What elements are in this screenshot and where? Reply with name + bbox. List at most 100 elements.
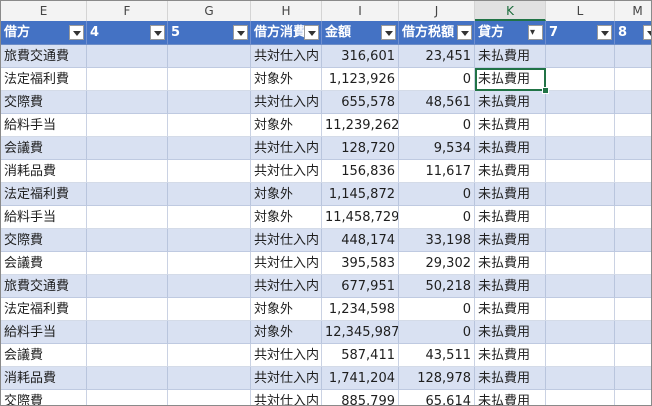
table-cell[interactable] [168, 183, 251, 206]
table-cell[interactable]: 65,614 [399, 390, 475, 405]
table-cell[interactable]: 共対仕入内 [251, 229, 322, 252]
table-header-cell[interactable]: 7 [546, 21, 615, 45]
active-cell[interactable]: 未払費用 [475, 68, 546, 91]
table-cell[interactable]: 未払費用 [475, 252, 546, 275]
table-cell[interactable]: 0 [399, 298, 475, 321]
table-cell[interactable]: 交際費 [1, 91, 87, 114]
table-cell[interactable]: 48,561 [399, 91, 475, 114]
table-cell[interactable]: 消耗品費 [1, 160, 87, 183]
table-cell[interactable] [615, 367, 651, 390]
table-cell[interactable]: 共対仕入内 [251, 137, 322, 160]
table-cell[interactable]: 未払費用 [475, 160, 546, 183]
table-cell[interactable]: 共対仕入内 [251, 275, 322, 298]
table-cell[interactable] [546, 160, 615, 183]
filter-dropdown-icon[interactable] [69, 25, 84, 40]
table-cell[interactable] [546, 321, 615, 344]
table-cell[interactable] [546, 367, 615, 390]
table-cell[interactable]: 未払費用 [475, 367, 546, 390]
column-header-i[interactable]: I [322, 1, 399, 21]
column-header-f[interactable]: F [87, 1, 168, 21]
table-cell[interactable] [615, 390, 651, 405]
table-cell[interactable]: 未払費用 [475, 275, 546, 298]
table-cell[interactable] [87, 45, 168, 68]
table-cell[interactable]: 1,741,204 [322, 367, 399, 390]
table-cell[interactable] [546, 91, 615, 114]
table-cell[interactable] [615, 321, 651, 344]
table-cell[interactable]: 対象外 [251, 68, 322, 91]
table-cell[interactable] [615, 229, 651, 252]
table-cell[interactable]: 未払費用 [475, 114, 546, 137]
filter-applied-icon[interactable]: ▾ [528, 25, 543, 40]
table-cell[interactable] [546, 252, 615, 275]
table-cell[interactable]: 対象外 [251, 298, 322, 321]
table-cell[interactable]: 会議費 [1, 252, 87, 275]
table-cell[interactable]: 未払費用 [475, 206, 546, 229]
table-cell[interactable] [168, 114, 251, 137]
table-cell[interactable] [546, 183, 615, 206]
table-cell[interactable]: 128,978 [399, 367, 475, 390]
table-cell[interactable] [546, 298, 615, 321]
table-cell[interactable]: 共対仕入内 [251, 160, 322, 183]
table-cell[interactable] [87, 344, 168, 367]
table-cell[interactable]: 未払費用 [475, 298, 546, 321]
table-cell[interactable]: 12,345,987 [322, 321, 399, 344]
table-cell[interactable] [87, 68, 168, 91]
table-cell[interactable]: 156,836 [322, 160, 399, 183]
table-cell[interactable] [168, 252, 251, 275]
table-cell[interactable]: 885,799 [322, 390, 399, 405]
table-cell[interactable]: 交際費 [1, 229, 87, 252]
table-header-cell[interactable]: 借方 [1, 21, 87, 45]
table-cell[interactable] [168, 137, 251, 160]
filter-dropdown-icon[interactable] [150, 25, 165, 40]
table-cell[interactable]: 対象外 [251, 183, 322, 206]
table-cell[interactable] [615, 114, 651, 137]
table-cell[interactable]: 23,451 [399, 45, 475, 68]
table-header-cell[interactable]: 借方消費 [251, 21, 322, 45]
table-cell[interactable]: 共対仕入内 [251, 45, 322, 68]
table-cell[interactable]: 未払費用 [475, 390, 546, 405]
table-cell[interactable]: 会議費 [1, 344, 87, 367]
table-header-cell[interactable]: 金額 [322, 21, 399, 45]
table-cell[interactable]: 共対仕入内 [251, 344, 322, 367]
column-header-k[interactable]: K [475, 1, 546, 21]
table-cell[interactable]: 法定福利費 [1, 68, 87, 91]
table-cell[interactable]: 0 [399, 206, 475, 229]
table-cell[interactable] [87, 390, 168, 405]
table-cell[interactable]: 0 [399, 114, 475, 137]
table-cell[interactable]: 677,951 [322, 275, 399, 298]
table-cell[interactable]: 旅費交通費 [1, 275, 87, 298]
table-cell[interactable] [546, 344, 615, 367]
table-cell[interactable] [87, 160, 168, 183]
column-header-m[interactable]: M [615, 1, 651, 21]
table-cell[interactable]: 448,174 [322, 229, 399, 252]
table-cell[interactable]: 0 [399, 183, 475, 206]
table-cell[interactable]: 未払費用 [475, 229, 546, 252]
filter-dropdown-icon[interactable] [233, 25, 248, 40]
table-cell[interactable]: 0 [399, 321, 475, 344]
table-cell[interactable]: 会議費 [1, 137, 87, 160]
table-cell[interactable] [87, 183, 168, 206]
table-header-cell[interactable]: 借方税額 [399, 21, 475, 45]
table-cell[interactable]: 共対仕入内 [251, 91, 322, 114]
table-cell[interactable]: 対象外 [251, 206, 322, 229]
table-cell[interactable] [87, 298, 168, 321]
table-cell[interactable]: 128,720 [322, 137, 399, 160]
table-cell[interactable]: 共対仕入内 [251, 367, 322, 390]
table-cell[interactable]: 587,411 [322, 344, 399, 367]
table-cell[interactable] [546, 114, 615, 137]
table-cell[interactable]: 交際費 [1, 390, 87, 405]
column-header-l[interactable]: L [546, 1, 615, 21]
fill-handle[interactable] [542, 87, 549, 94]
filter-dropdown-icon[interactable] [643, 25, 651, 40]
table-cell[interactable] [546, 229, 615, 252]
table-cell[interactable]: 対象外 [251, 114, 322, 137]
table-cell[interactable]: 0 [399, 68, 475, 91]
table-cell[interactable] [168, 344, 251, 367]
table-cell[interactable]: 未払費用 [475, 137, 546, 160]
table-header-cell[interactable]: 4 [87, 21, 168, 45]
table-cell[interactable]: 43,511 [399, 344, 475, 367]
table-cell[interactable] [546, 390, 615, 405]
column-header-e[interactable]: E [1, 1, 87, 21]
table-cell[interactable]: 655,578 [322, 91, 399, 114]
table-cell[interactable]: 未払費用 [475, 321, 546, 344]
